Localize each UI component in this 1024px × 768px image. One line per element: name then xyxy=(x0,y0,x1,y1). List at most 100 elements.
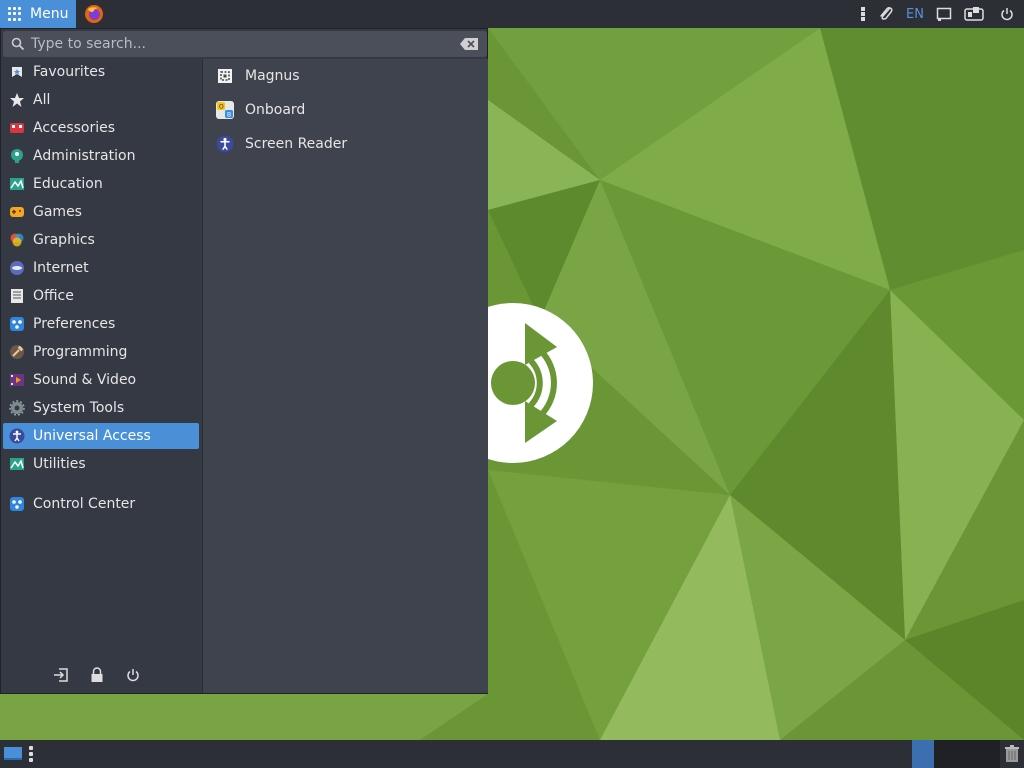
logout-icon xyxy=(54,668,68,682)
category-label: Games xyxy=(33,204,82,220)
keyboard-layout-label: EN xyxy=(906,6,924,22)
utilities-icon xyxy=(9,456,25,472)
administration-icon xyxy=(9,148,25,164)
office-icon xyxy=(9,288,25,304)
search-input[interactable] xyxy=(31,36,459,52)
shutdown-button[interactable] xyxy=(123,665,143,685)
category-label: Office xyxy=(33,288,74,304)
category-label: Utilities xyxy=(33,456,86,472)
screen-reader-icon xyxy=(215,134,235,154)
clear-icon xyxy=(460,38,478,50)
category-label: All xyxy=(33,92,51,108)
firefox-icon xyxy=(85,5,104,23)
workspace-switcher-1[interactable] xyxy=(912,740,934,768)
category-games[interactable]: Games xyxy=(3,199,199,225)
category-label: Preferences xyxy=(33,316,116,332)
category-label: Programming xyxy=(33,344,128,360)
panel-drag-handle[interactable] xyxy=(28,746,34,762)
magnifier-icon xyxy=(215,66,235,86)
system-tray: EN xyxy=(854,0,1024,28)
app-screen-reader[interactable]: Screen Reader xyxy=(211,129,483,159)
power-icon xyxy=(1001,8,1013,21)
svg-text:O: O xyxy=(219,104,224,111)
tray-handle[interactable] xyxy=(854,0,872,28)
clear-search-button[interactable] xyxy=(459,37,479,51)
search-icon xyxy=(11,37,25,51)
workspace-switcher-2[interactable] xyxy=(934,740,1000,768)
category-internet[interactable]: Internet xyxy=(3,255,199,281)
category-label: Graphics xyxy=(33,232,95,248)
category-label: Education xyxy=(33,176,103,192)
category-graphics[interactable]: Graphics xyxy=(3,227,199,253)
lock-screen-button[interactable] xyxy=(87,665,107,685)
games-icon xyxy=(9,204,25,220)
category-label: Favourites xyxy=(33,64,106,80)
preferences-icon xyxy=(9,316,25,332)
svg-text:B: B xyxy=(227,112,231,119)
category-universal-access[interactable]: Universal Access xyxy=(3,423,199,449)
accessories-icon xyxy=(9,120,25,136)
control-center-label: Control Center xyxy=(33,496,136,512)
onboard-keyboard-icon: OB xyxy=(215,100,235,120)
category-preferences[interactable]: Preferences xyxy=(3,311,199,337)
programming-icon xyxy=(9,344,25,360)
control-center-icon xyxy=(9,496,25,512)
favourites-icon xyxy=(9,64,25,80)
bottom-panel xyxy=(0,740,1024,768)
session-buttons xyxy=(51,665,143,685)
category-administration[interactable]: Administration xyxy=(3,143,199,169)
category-label: System Tools xyxy=(33,400,125,416)
education-icon xyxy=(9,176,25,192)
app-magnus[interactable]: Magnus xyxy=(211,61,483,91)
top-panel: Menu EN xyxy=(0,0,1024,28)
app-label: Magnus xyxy=(245,68,300,84)
category-accessories[interactable]: Accessories xyxy=(3,115,199,141)
trash-icon xyxy=(1005,745,1019,762)
show-desktop-button[interactable] xyxy=(2,745,24,763)
tray-notifications[interactable] xyxy=(958,0,990,28)
app-onboard[interactable]: OB Onboard xyxy=(211,95,483,125)
firefox-launcher[interactable] xyxy=(82,2,106,26)
apps-grid-icon xyxy=(8,7,22,21)
applications-list: Magnus OB Onboard Screen Reader xyxy=(202,59,488,693)
show-desktop-icon xyxy=(4,747,22,760)
category-label: Administration xyxy=(33,148,136,164)
control-center-item[interactable]: Control Center xyxy=(3,491,199,517)
notification-icon xyxy=(964,7,984,21)
category-list: Favourites All Accessories Administratio… xyxy=(1,59,201,693)
internet-icon xyxy=(9,260,25,276)
category-education[interactable]: Education xyxy=(3,171,199,197)
app-label: Screen Reader xyxy=(245,136,348,152)
category-label: Sound & Video xyxy=(33,372,137,388)
lock-icon xyxy=(91,667,103,682)
category-office[interactable]: Office xyxy=(3,283,199,309)
star-icon xyxy=(9,92,25,108)
category-label: Internet xyxy=(33,260,89,276)
category-utilities[interactable]: Utilities xyxy=(3,451,199,477)
category-programming[interactable]: Programming xyxy=(3,339,199,365)
paperclip-icon xyxy=(880,7,893,20)
menu-button-label: Menu xyxy=(30,6,69,22)
category-all[interactable]: All xyxy=(3,87,199,113)
display-icon xyxy=(936,7,952,21)
tray-power[interactable] xyxy=(990,0,1024,28)
category-system-tools[interactable]: System Tools xyxy=(3,395,199,421)
app-label: Onboard xyxy=(245,102,306,118)
power-icon xyxy=(127,669,139,682)
system-tools-icon xyxy=(9,400,25,416)
logout-button[interactable] xyxy=(51,665,71,685)
category-label: Universal Access xyxy=(33,428,151,444)
tray-display[interactable] xyxy=(930,0,958,28)
sound-video-icon xyxy=(9,372,25,388)
category-favourites[interactable]: Favourites xyxy=(3,59,199,85)
search-bar xyxy=(3,31,487,57)
category-sound-video[interactable]: Sound & Video xyxy=(3,367,199,393)
trash-button[interactable] xyxy=(1000,740,1024,768)
application-menu: Favourites All Accessories Administratio… xyxy=(0,28,488,694)
tray-attachments[interactable] xyxy=(872,0,900,28)
drag-handle-icon xyxy=(861,7,866,21)
tray-keyboard-layout[interactable]: EN xyxy=(900,0,930,28)
main-menu-button[interactable]: Menu xyxy=(0,0,77,28)
category-label: Accessories xyxy=(33,120,116,136)
graphics-icon xyxy=(9,232,25,248)
